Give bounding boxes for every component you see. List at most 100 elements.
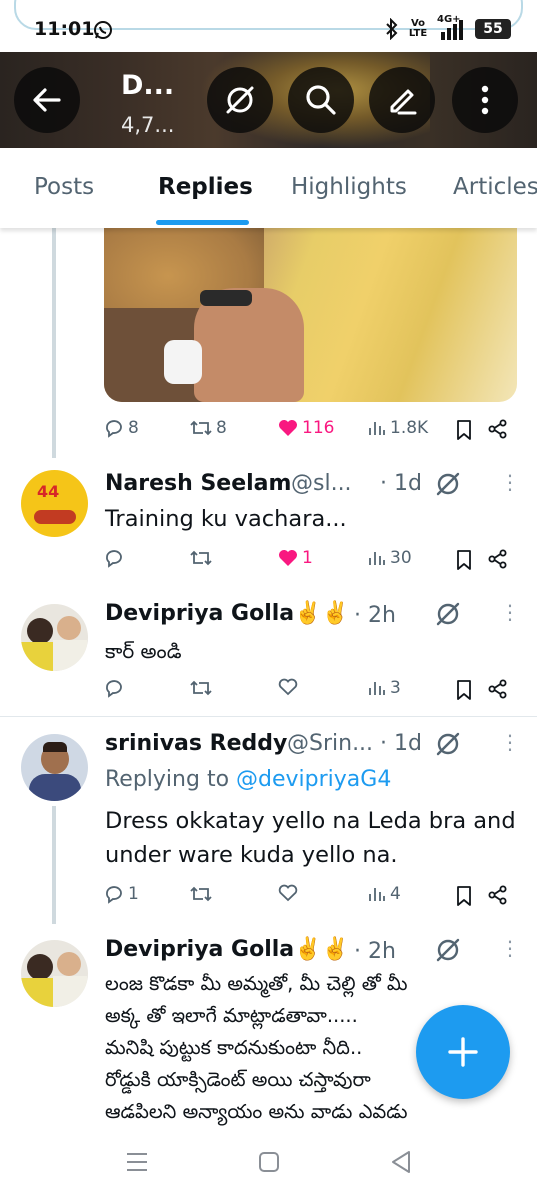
compose-post-button[interactable] — [416, 1005, 510, 1099]
post-text-line: Dress okkatay yello na Leda bra and — [105, 808, 516, 834]
share-icon[interactable] — [488, 549, 508, 569]
grok-button[interactable] — [207, 67, 273, 133]
tab-posts[interactable]: Posts — [34, 174, 94, 200]
status-time: 11:01 — [34, 18, 95, 40]
author-handle[interactable]: @Srin... — [287, 731, 373, 756]
volte-indicator: Vo LTE — [408, 18, 428, 39]
tab-articles[interactable]: Articles — [453, 174, 537, 200]
avatar[interactable] — [21, 604, 88, 671]
views-icon — [369, 888, 385, 901]
heart-filled-icon — [279, 550, 297, 566]
bookmark-icon[interactable] — [456, 420, 472, 440]
reply-button[interactable] — [104, 548, 128, 568]
views-button[interactable]: 4 — [368, 884, 401, 904]
views-button[interactable]: 30 — [368, 548, 412, 568]
heart-outline-icon — [278, 884, 298, 902]
divider — [0, 716, 537, 717]
reply-count: 8 — [128, 418, 139, 438]
post-time: · 1d — [380, 731, 422, 756]
post-image[interactable] — [104, 228, 517, 402]
bookmark-icon[interactable] — [456, 680, 472, 700]
share-icon[interactable] — [488, 419, 508, 439]
back-nav-icon[interactable] — [390, 1150, 412, 1174]
post-actions: 8 8 116 1.8K — [104, 418, 517, 448]
like-button[interactable]: 1 — [278, 548, 313, 568]
repost-button[interactable] — [190, 548, 216, 568]
system-navigation-bar — [0, 1128, 537, 1199]
status-bar: 11:01 Vo LTE 4G+ 55 — [0, 0, 537, 52]
post-text: Training ku vachara... — [105, 506, 347, 532]
post-text-line: ఆడపిలని అన్యాయం అను వాడు ఎవడు — [105, 1100, 408, 1123]
grok-icon — [226, 86, 254, 114]
back-button[interactable] — [14, 67, 80, 133]
views-icon — [369, 552, 385, 565]
grok-icon[interactable] — [434, 600, 462, 628]
tab-replies[interactable]: Replies — [158, 174, 253, 200]
repost-icon — [190, 550, 212, 566]
edit-button[interactable] — [369, 67, 435, 133]
active-tab-indicator — [156, 220, 249, 225]
grok-icon[interactable] — [434, 730, 462, 758]
post-text-line: లంజ కొడకా మీ అమ్మతో, మీ చెల్లి తో మీ — [105, 972, 408, 995]
grok-icon[interactable] — [434, 470, 462, 498]
avatar[interactable] — [21, 734, 88, 801]
home-icon[interactable] — [258, 1151, 280, 1173]
repost-count: 8 — [216, 418, 227, 438]
more-options-button[interactable] — [452, 67, 518, 133]
recent-apps-icon[interactable] — [126, 1152, 148, 1172]
avatar[interactable] — [21, 940, 88, 1007]
reply-button[interactable]: 8 — [104, 418, 139, 438]
header-title: D... — [121, 70, 175, 101]
reply-icon — [106, 886, 122, 904]
search-icon — [306, 85, 336, 115]
author-name[interactable]: Devipriya Golla✌️✌️ — [105, 937, 349, 962]
like-button[interactable] — [278, 678, 302, 696]
bookmark-icon[interactable] — [456, 886, 472, 906]
author-handle[interactable]: @sl... — [291, 471, 352, 496]
more-options-icon[interactable]: ⋮ — [500, 732, 520, 752]
like-button[interactable]: 116 — [278, 418, 334, 438]
reply-icon — [106, 550, 122, 568]
views-button[interactable]: 1.8K — [368, 418, 428, 438]
share-icon[interactable] — [488, 679, 508, 699]
author-name[interactable]: Naresh Seelam — [105, 471, 291, 496]
share-icon[interactable] — [488, 885, 508, 905]
more-options-icon[interactable]: ⋮ — [500, 938, 520, 958]
header-subtitle: 4,7... — [121, 113, 175, 137]
post-text-line: under ware kuda yello na. — [105, 842, 398, 868]
post-time: · 1d — [380, 471, 422, 496]
views-icon — [369, 682, 385, 695]
post-actions: 3 — [104, 678, 517, 708]
views-count: 4 — [390, 884, 401, 904]
reply-icon — [106, 420, 122, 438]
bookmark-icon[interactable] — [456, 550, 472, 570]
more-vertical-icon — [481, 85, 489, 115]
thread-line — [52, 228, 56, 458]
repost-button[interactable]: 8 — [190, 418, 227, 438]
more-options-icon[interactable]: ⋮ — [500, 602, 520, 622]
author-name[interactable]: Devipriya Golla✌️✌️ — [105, 601, 349, 626]
reply-button[interactable]: 1 — [104, 884, 139, 904]
back-arrow-icon — [33, 88, 61, 112]
repost-icon — [190, 420, 212, 436]
views-button[interactable]: 3 — [368, 678, 401, 698]
like-button[interactable] — [278, 884, 302, 902]
replying-prefix: Replying to — [105, 767, 237, 792]
bluetooth-icon — [386, 18, 398, 40]
tab-highlights[interactable]: Highlights — [291, 174, 407, 200]
search-button[interactable] — [288, 67, 354, 133]
battery-icon: 55 — [475, 19, 511, 39]
more-options-icon[interactable]: ⋮ — [500, 472, 520, 492]
reply-icon — [106, 680, 122, 698]
edit-pencil-icon — [390, 89, 417, 115]
repost-button[interactable] — [190, 884, 216, 904]
avatar[interactable]: 44 — [21, 470, 88, 537]
repost-button[interactable] — [190, 678, 216, 698]
like-count: 1 — [302, 548, 313, 568]
grok-icon[interactable] — [434, 936, 462, 964]
reply-button[interactable] — [104, 678, 128, 698]
views-count: 30 — [390, 548, 412, 568]
repost-icon — [190, 680, 212, 696]
author-name[interactable]: srinivas Reddy — [105, 731, 287, 756]
replying-to-link[interactable]: @devipriyaG4 — [236, 767, 391, 792]
